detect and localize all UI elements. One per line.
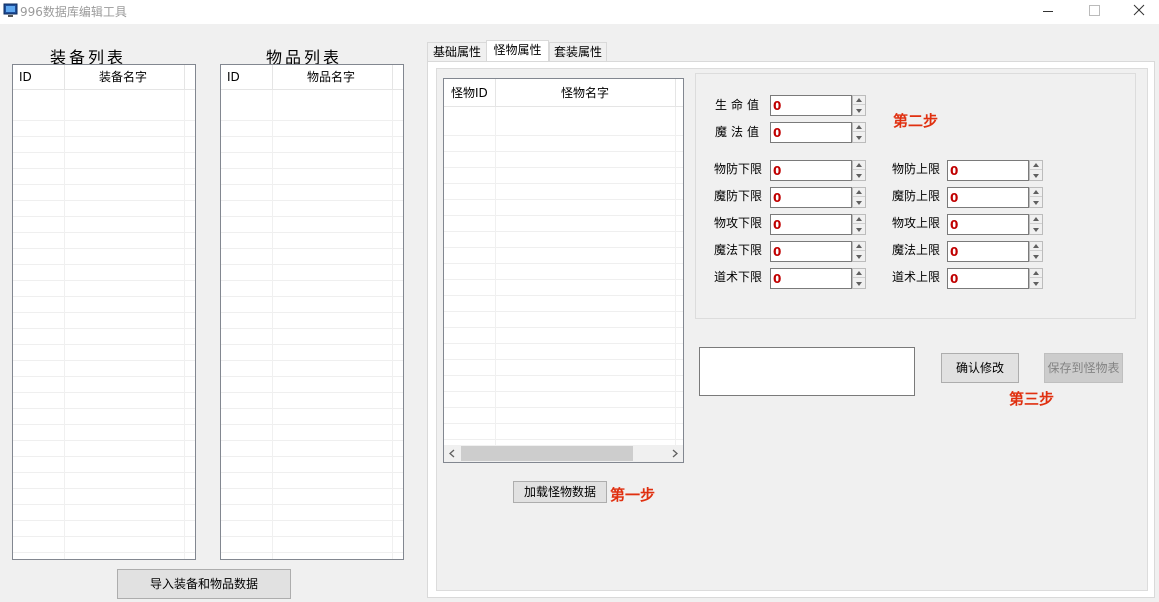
column-header-monster-name[interactable]: 怪物名字: [561, 81, 609, 106]
hp-spinner[interactable]: [852, 95, 866, 116]
close-button[interactable]: [1117, 0, 1159, 24]
column-header-id[interactable]: ID: [227, 65, 240, 90]
spin-up-icon[interactable]: [853, 188, 865, 197]
spin-up-icon[interactable]: [1030, 242, 1042, 251]
spin-down-icon[interactable]: [853, 198, 865, 207]
hp-input[interactable]: [770, 95, 852, 116]
phys-def-low-input[interactable]: [770, 160, 852, 181]
mp-label: 魔法值: [715, 125, 764, 139]
magic-atk-high-input[interactable]: [947, 241, 1029, 262]
phys-atk-high-spinner[interactable]: [1029, 214, 1043, 235]
magic-def-high-input[interactable]: [947, 187, 1029, 208]
window-title: 996数据库编辑工具: [20, 5, 127, 19]
title-bar: 996数据库编辑工具: [0, 0, 1159, 24]
minimize-icon: [1043, 11, 1053, 12]
magic-def-high-spinner[interactable]: [1029, 187, 1043, 208]
spin-up-icon[interactable]: [1030, 188, 1042, 197]
phys-atk-low-spinner[interactable]: [852, 214, 866, 235]
step-one-label: 第一步: [610, 486, 656, 504]
magic-atk-low-input[interactable]: [770, 241, 852, 262]
equip-list-header: ID 装备名字: [13, 65, 195, 90]
spin-down-icon[interactable]: [853, 106, 865, 115]
magic-atk-low-spinner[interactable]: [852, 241, 866, 262]
spin-up-icon[interactable]: [1030, 269, 1042, 278]
spin-down-icon[interactable]: [853, 225, 865, 234]
spin-up-icon[interactable]: [853, 123, 865, 132]
taoist-low-spinner[interactable]: [852, 268, 866, 289]
scroll-right-icon[interactable]: [666, 445, 683, 462]
spin-down-icon[interactable]: [853, 252, 865, 261]
spin-up-icon[interactable]: [1030, 215, 1042, 224]
spin-down-icon[interactable]: [1030, 252, 1042, 261]
spin-down-icon[interactable]: [1030, 279, 1042, 288]
spin-up-icon[interactable]: [853, 96, 865, 105]
item-list-header: ID 物品名字: [221, 65, 403, 90]
step-three-label: 第三步: [1009, 390, 1055, 408]
taoist-high-spinner[interactable]: [1029, 268, 1043, 289]
close-icon: [1133, 4, 1145, 16]
confirm-modify-button[interactable]: 确认修改: [941, 353, 1019, 383]
taoist-low-input[interactable]: [770, 268, 852, 289]
spin-down-icon[interactable]: [1030, 171, 1042, 180]
horizontal-scrollbar[interactable]: [444, 445, 683, 462]
magic-def-high-label: 魔防上限: [892, 189, 941, 203]
minimize-button[interactable]: [1025, 0, 1071, 24]
column-header-equip-name[interactable]: 装备名字: [99, 65, 147, 90]
spin-down-icon[interactable]: [1030, 198, 1042, 207]
taoist-high-input[interactable]: [947, 268, 1029, 289]
tab-basic-attributes[interactable]: 基础属性: [427, 42, 487, 62]
monster-listview[interactable]: 怪物ID 怪物名字: [443, 78, 684, 463]
spin-up-icon[interactable]: [853, 215, 865, 224]
column-header-item-name[interactable]: 物品名字: [307, 65, 355, 90]
maximize-icon: [1089, 5, 1100, 16]
taoist-low-label: 道术下限: [714, 270, 763, 284]
spin-down-icon[interactable]: [853, 171, 865, 180]
mp-spinner[interactable]: [852, 122, 866, 143]
phys-atk-high-label: 物攻上限: [892, 216, 941, 230]
column-header-id[interactable]: ID: [19, 65, 32, 90]
phys-def-low-spinner[interactable]: [852, 160, 866, 181]
magic-def-low-input[interactable]: [770, 187, 852, 208]
spin-down-icon[interactable]: [1030, 225, 1042, 234]
load-monster-data-button[interactable]: 加载怪物数据: [513, 481, 607, 503]
equip-list-rows: [13, 105, 195, 559]
spin-down-icon[interactable]: [853, 279, 865, 288]
equip-listview[interactable]: ID 装备名字: [12, 64, 196, 560]
monster-list-header: 怪物ID 怪物名字: [444, 79, 683, 107]
phys-def-high-input[interactable]: [947, 160, 1029, 181]
spin-up-icon[interactable]: [853, 161, 865, 170]
phys-def-high-spinner[interactable]: [1029, 160, 1043, 181]
log-textbox[interactable]: [699, 347, 915, 396]
spin-up-icon[interactable]: [1030, 161, 1042, 170]
step-two-label: 第二步: [893, 112, 939, 130]
magic-atk-high-label: 魔法上限: [892, 243, 941, 257]
monster-list-rows: [444, 120, 683, 445]
maximize-button[interactable]: [1071, 0, 1117, 24]
phys-atk-low-label: 物攻下限: [714, 216, 763, 230]
import-data-button[interactable]: 导入装备和物品数据: [117, 569, 291, 599]
scroll-left-icon[interactable]: [444, 445, 461, 462]
app-icon: [3, 3, 18, 17]
taoist-high-label: 道术上限: [892, 270, 941, 284]
phys-def-high-label: 物防上限: [892, 162, 941, 176]
column-header-monster-id[interactable]: 怪物ID: [451, 81, 488, 106]
item-listview[interactable]: ID 物品名字: [220, 64, 404, 560]
magic-def-low-label: 魔防下限: [714, 189, 763, 203]
phys-atk-high-input[interactable]: [947, 214, 1029, 235]
item-list-rows: [221, 105, 403, 559]
mp-input[interactable]: [770, 122, 852, 143]
tab-monster-attributes[interactable]: 怪物属性: [486, 40, 549, 63]
tab-set-attributes[interactable]: 套装属性: [549, 42, 607, 62]
phys-def-low-label: 物防下限: [714, 162, 763, 176]
phys-atk-low-input[interactable]: [770, 214, 852, 235]
magic-def-low-spinner[interactable]: [852, 187, 866, 208]
magic-atk-high-spinner[interactable]: [1029, 241, 1043, 262]
spin-up-icon[interactable]: [853, 242, 865, 251]
hp-label: 生命值: [715, 98, 764, 112]
spin-up-icon[interactable]: [853, 269, 865, 278]
magic-atk-low-label: 魔法下限: [714, 243, 763, 257]
save-to-monster-table-button[interactable]: 保存到怪物表: [1044, 353, 1123, 383]
spin-down-icon[interactable]: [853, 133, 865, 142]
scrollbar-thumb[interactable]: [461, 446, 633, 461]
